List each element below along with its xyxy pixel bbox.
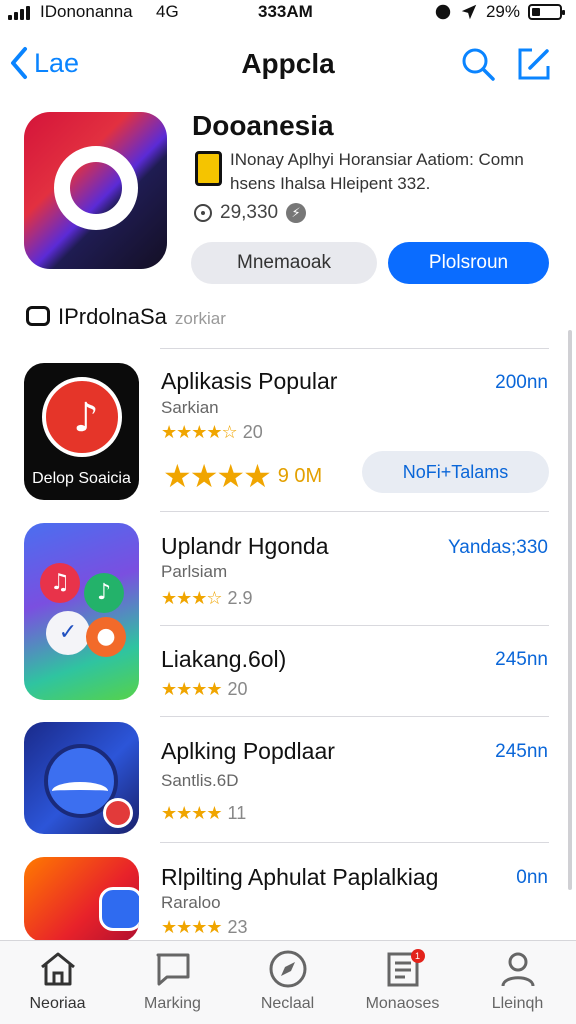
app-name[interactable]: Rlpilting Aphulat Paplalkiag xyxy=(161,864,438,891)
music-note-icon: ♪ xyxy=(73,395,99,441)
navigation-bar: Lae Appcla xyxy=(0,36,576,96)
app-name[interactable]: Aplking Popdlaar xyxy=(161,738,335,765)
tab-home[interactable]: Neoriaa xyxy=(0,949,115,1013)
document-icon xyxy=(195,151,222,186)
music-bubble-icon: ● xyxy=(86,617,126,657)
phone-chip-icon xyxy=(99,887,139,931)
music-bubble-icon: ✓ xyxy=(46,611,90,655)
featured-app-description: INonay Aplhyi Horansiar Aatiom: Comn hse… xyxy=(230,150,524,193)
divider xyxy=(160,348,549,349)
section-subtitle: zorkiar xyxy=(174,309,226,328)
network-label: 4G xyxy=(156,2,179,21)
divider xyxy=(160,716,549,717)
section-icon xyxy=(26,306,50,326)
tab-label: Monaoses xyxy=(365,995,440,1012)
star-rating-icon: ★★★★ xyxy=(161,803,223,823)
secondary-button[interactable]: Mnemaoak xyxy=(191,242,377,284)
large-star-icon: ★★★★ xyxy=(163,458,272,494)
app-size: 245nn xyxy=(495,741,548,762)
location-icon xyxy=(435,4,451,20)
large-rating-count: 9 0M xyxy=(277,464,323,487)
app-subtitle: Sarkian xyxy=(161,398,219,417)
compose-icon[interactable] xyxy=(516,46,552,82)
compass-icon xyxy=(269,950,306,988)
app-icon-colorful[interactable]: ♫ ♪ ✓ ● xyxy=(24,523,139,700)
app-rating: ★★★★ 23 xyxy=(161,917,248,938)
app-subtitle: Santlis.6D xyxy=(161,771,239,790)
rating-count: 20 xyxy=(227,679,248,699)
star-rating-icon: ★★★☆ xyxy=(161,588,223,608)
app-name[interactable]: Liakang.6ol) xyxy=(161,646,286,673)
app-rating: ★★★★☆ 20 xyxy=(161,422,263,443)
wave-shape xyxy=(52,782,108,800)
star-rating-icon: ★★★★☆ xyxy=(161,422,238,442)
app-size: Yandas;330 xyxy=(447,537,548,558)
section-title: IPrdolnaSa xyxy=(58,304,167,329)
app-rating: ★★★☆ 2.9 xyxy=(161,588,253,609)
app-size: 0nn xyxy=(516,867,548,888)
rating-count: 2.9 xyxy=(227,588,253,608)
music-circle: ♪ xyxy=(42,377,122,457)
app-size: 200nn xyxy=(495,372,548,393)
featured-count: 29,330 xyxy=(220,202,279,223)
status-time: 333AM xyxy=(258,2,313,21)
music-bubble-icon: ♪ xyxy=(84,573,124,613)
app-size: 245nn xyxy=(495,649,548,670)
app-rating: ★★★★ 11 xyxy=(161,803,246,824)
tab-label: Neoriaa xyxy=(29,995,86,1012)
tab-label: Marking xyxy=(144,995,201,1012)
status-bar: IDononanna 4G 333AM 29% xyxy=(0,0,576,28)
notification-badge: 1 xyxy=(410,949,425,963)
star-rating-icon: ★★★★ xyxy=(161,917,223,937)
app-name[interactable]: Aplikasis Popular xyxy=(161,368,337,395)
app-name[interactable]: Uplandr Hgonda xyxy=(161,533,329,560)
app-action-button[interactable]: NoFi+Talams xyxy=(362,451,549,493)
battery-percent: 29% xyxy=(485,2,520,21)
app-subtitle: Parlsiam xyxy=(161,562,228,581)
app-icon-orange[interactable] xyxy=(24,857,139,942)
chat-flag-icon xyxy=(156,953,189,986)
navigation-arrow-icon xyxy=(461,4,477,20)
tab-label: Neclaal xyxy=(260,995,315,1012)
divider xyxy=(160,511,549,512)
featured-app-title: Dooanesia xyxy=(192,110,334,141)
tab-marking[interactable]: Marking xyxy=(115,949,230,1013)
battery-icon xyxy=(528,4,565,20)
app-icon-label: Delop Soaicia xyxy=(32,470,131,487)
home-icon xyxy=(40,952,75,986)
person-icon xyxy=(501,952,534,987)
ring-logo xyxy=(54,146,138,230)
featured-app-icon[interactable] xyxy=(24,112,167,269)
star-rating-icon: ★★★★ xyxy=(161,679,223,699)
tab-documents[interactable]: 1 Monaoses xyxy=(345,949,460,1013)
featured-app-meta: 29,330 ⚡ xyxy=(194,202,307,224)
app-icon-music[interactable]: ♪ Delop Soaicia xyxy=(24,363,139,500)
badge-icon xyxy=(103,798,133,828)
divider xyxy=(160,842,549,843)
large-rating: ★★★★ 9 0M xyxy=(163,457,322,495)
search-icon[interactable] xyxy=(460,46,496,82)
tab-bar: Neoriaa Marking Neclaal 1 Monaoses Llein… xyxy=(0,940,576,1024)
rating-count: 11 xyxy=(227,803,247,823)
tab-explore[interactable]: Neclaal xyxy=(230,949,345,1013)
battery-level xyxy=(532,8,540,16)
scrollbar[interactable] xyxy=(568,330,572,890)
rating-count: 20 xyxy=(242,422,263,442)
tab-label: Lleinqh xyxy=(491,995,544,1012)
carrier-label: IDononanna xyxy=(40,2,133,21)
section-header: IPrdolnaSa zorkiar xyxy=(26,304,226,330)
tab-profile[interactable]: Lleinqh xyxy=(460,949,575,1013)
app-subtitle: Raraloo xyxy=(161,893,221,912)
divider xyxy=(160,625,549,626)
clock-icon xyxy=(194,204,212,222)
primary-get-button[interactable]: Plolsroun xyxy=(388,242,549,284)
rating-count: 23 xyxy=(227,917,248,937)
app-rating: ★★★★ 20 xyxy=(161,679,248,700)
music-bubble-icon: ♫ xyxy=(40,563,80,603)
app-icon-blue[interactable] xyxy=(24,722,139,834)
signal-icon xyxy=(8,6,34,20)
bolt-icon: ⚡ xyxy=(286,203,307,223)
